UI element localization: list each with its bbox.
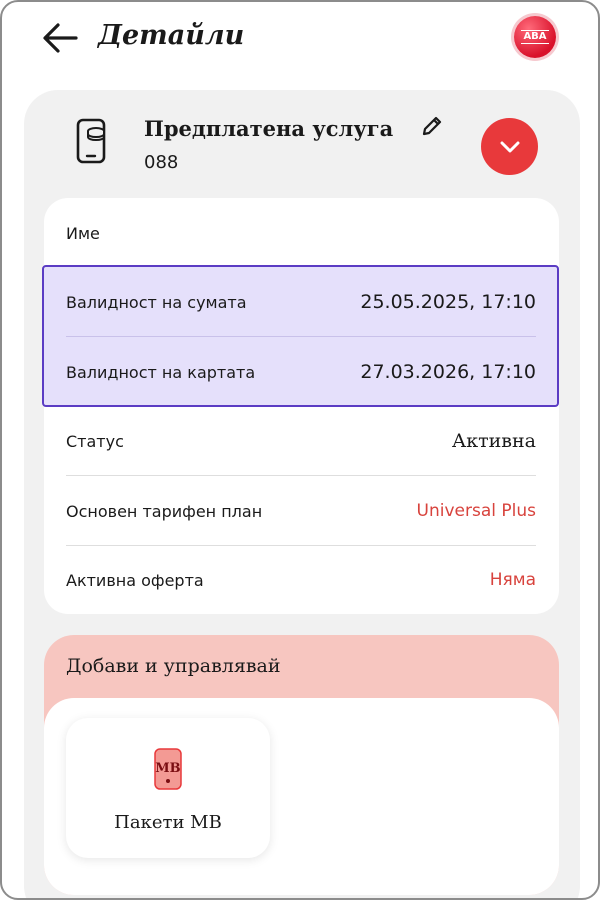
service-card: Предплатена услуга 088 Име Валидност на … xyxy=(24,90,580,898)
sim-phone-icon xyxy=(76,118,106,164)
edit-pencil-icon[interactable] xyxy=(420,114,444,138)
chevron-down-icon xyxy=(500,141,519,152)
tile-label: Пакети MB xyxy=(114,812,222,833)
plan-row[interactable]: Основен тарифен план Universal Plus xyxy=(66,476,536,546)
card-validity-row: Валидност на картата 27.03.2026, 17:10 xyxy=(66,337,536,407)
offer-row[interactable]: Активна оферта Няма xyxy=(66,545,536,615)
manage-tiles-container: MB Пакети MB xyxy=(44,698,559,895)
name-row: Име xyxy=(66,198,536,268)
back-button[interactable] xyxy=(40,20,80,56)
name-label: Име xyxy=(66,223,100,243)
amount-validity-value: 25.05.2025, 17:10 xyxy=(360,291,536,313)
amount-validity-row: Валидност на сумата 25.05.2025, 17:10 xyxy=(66,267,536,337)
offer-value-link[interactable]: Няма xyxy=(490,570,536,590)
plan-label: Основен тарифен план xyxy=(66,501,263,521)
service-number: 088 xyxy=(144,152,179,173)
validity-highlight: Валидност на сумата 25.05.2025, 17:10 Ва… xyxy=(42,265,559,407)
plan-value-link[interactable]: Universal Plus xyxy=(417,501,536,521)
status-value: Активна xyxy=(451,430,536,452)
collapse-button[interactable] xyxy=(481,118,538,175)
page-title: Детайли xyxy=(98,20,245,51)
offer-label: Активна оферта xyxy=(66,570,204,590)
service-title: Предплатена услуга xyxy=(144,116,394,141)
amount-validity-label: Валидност на сумата xyxy=(66,292,247,312)
arrow-left-icon xyxy=(43,23,78,53)
brand-logo[interactable]: ABA xyxy=(514,16,556,58)
details-card: Име Валидност на сумата 25.05.2025, 17:1… xyxy=(42,198,559,615)
status-row: Статус Активна xyxy=(66,406,536,476)
mb-packages-tile[interactable]: MB Пакети MB xyxy=(66,718,270,858)
add-manage-section: Добави и управлявай MB Пакети MB xyxy=(44,635,559,895)
app-screen: Детайли ABA Предплатена услуга 088 Име В… xyxy=(0,0,600,900)
status-label: Статус xyxy=(66,431,124,451)
mb-phone-icon: MB xyxy=(154,748,182,790)
section-title: Добави и управлявай xyxy=(66,655,281,677)
card-validity-label: Валидност на картата xyxy=(66,362,256,382)
logo-text: ABA xyxy=(521,30,549,44)
mb-icon-text: MB xyxy=(155,761,180,776)
card-validity-value: 27.03.2026, 17:10 xyxy=(360,361,536,383)
header: Детайли ABA xyxy=(2,2,598,82)
